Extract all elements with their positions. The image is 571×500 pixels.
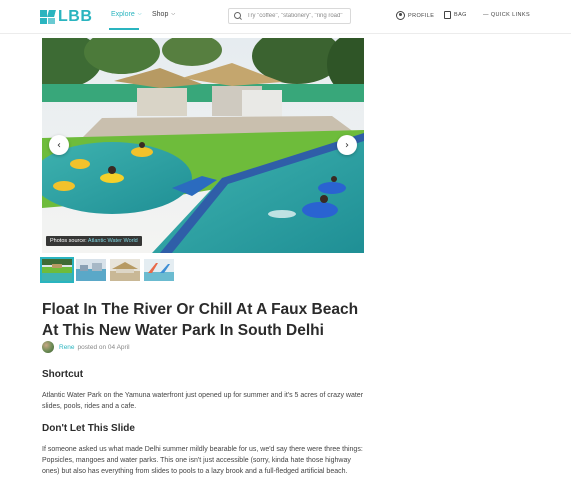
- search-box[interactable]: [228, 8, 351, 24]
- section-body-dont-let-this-slide: If someone asked us what made Delhi summ…: [42, 446, 363, 475]
- photo-credit-label: Photos source:: [50, 238, 87, 244]
- nav-explore-label: Explore: [111, 11, 135, 18]
- thumbnail-image: [144, 259, 174, 281]
- section-body-shortcut: Atlantic Water Park on the Yamuna waterf…: [42, 392, 364, 410]
- nav-active-indicator: [109, 28, 139, 30]
- chevron-left-icon: ‹: [57, 139, 61, 151]
- thumbnail-1[interactable]: [40, 257, 74, 283]
- search-icon: [234, 11, 243, 21]
- section-heading-shortcut: Shortcut: [42, 369, 84, 380]
- logo-mark-icon: [40, 10, 56, 24]
- thumbnail-4[interactable]: [144, 259, 174, 281]
- section-heading-dont-let-this-slide: Don't Let This Slide: [42, 423, 135, 434]
- user-icon: [396, 11, 405, 20]
- nav-explore[interactable]: Explore ⌵: [111, 11, 142, 18]
- hero-image-carousel[interactable]: ‹ › Photos source: Atlantic Water World: [42, 38, 364, 253]
- carousel-prev-button[interactable]: ‹: [49, 135, 69, 155]
- thumbnail-image: [42, 259, 72, 281]
- bag-label: BAG: [454, 12, 467, 18]
- photo-credit-source[interactable]: Atlantic Water World: [88, 238, 138, 244]
- thumbnail-image: [110, 259, 140, 281]
- article-title: Float In The River Or Chill At A Faux Be…: [42, 301, 359, 339]
- chevron-right-icon: ›: [345, 139, 349, 151]
- post-date: posted on 04 April: [77, 343, 130, 351]
- thumbnail-2[interactable]: [76, 259, 106, 281]
- nav-shop[interactable]: Shop ⌵: [152, 11, 175, 18]
- thumbnail-strip: [40, 257, 178, 283]
- top-header: LBB Explore⌵ Shop⌵ PROFILE BAG — QUICK L…: [0, 0, 571, 34]
- profile-label: PROFILE: [408, 12, 435, 19]
- quick-links-button[interactable]: — QUICK LINKS: [483, 12, 530, 18]
- thumbnail-image: [76, 259, 106, 281]
- chevron-down-icon: ⌵: [171, 11, 176, 17]
- byline: Rene posted on 04 April: [42, 341, 130, 353]
- water-park-photo: [42, 38, 364, 253]
- bag-link[interactable]: BAG: [444, 11, 467, 19]
- photo-credit: Photos source: Atlantic Water World: [46, 236, 142, 246]
- search-input[interactable]: [247, 13, 347, 19]
- nav-shop-label: Shop: [152, 11, 169, 18]
- logo-text: LBB: [58, 8, 93, 25]
- avatar[interactable]: [42, 341, 54, 353]
- chevron-down-icon: ⌵: [137, 11, 142, 17]
- logo[interactable]: LBB: [40, 8, 93, 25]
- carousel-next-button[interactable]: ›: [337, 135, 357, 155]
- thumbnail-3[interactable]: [110, 259, 140, 281]
- profile-link[interactable]: PROFILE: [396, 11, 434, 20]
- bag-icon: [444, 11, 451, 19]
- author-link[interactable]: Rene: [59, 344, 75, 351]
